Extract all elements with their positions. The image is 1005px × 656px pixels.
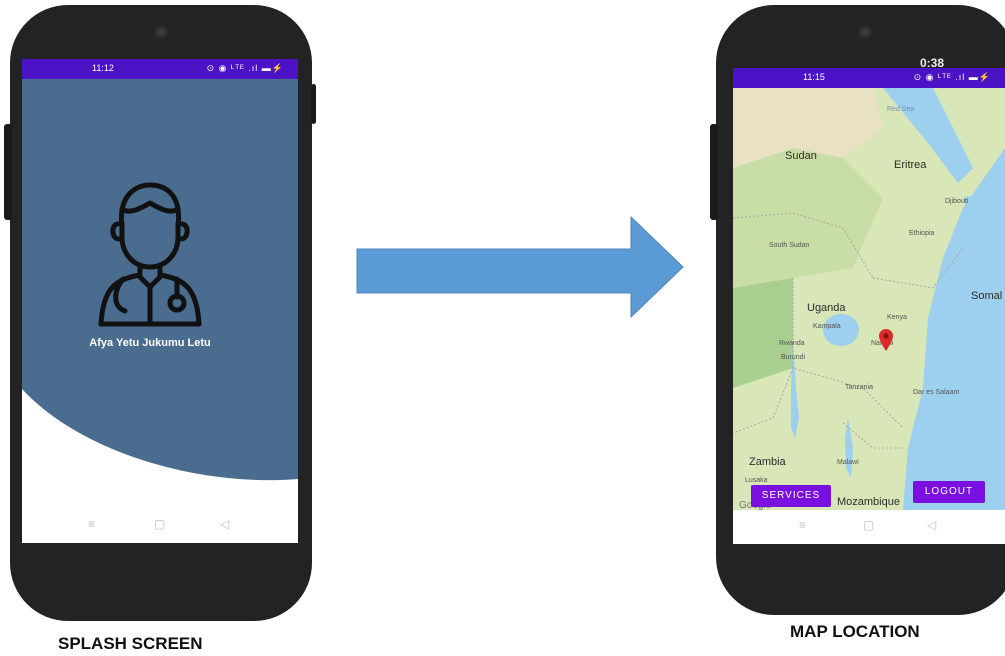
map-label-kampala: Kampala bbox=[813, 323, 841, 330]
navigation-bar: ≡ ▢ ◁ bbox=[22, 509, 298, 543]
status-bar: 11:15 ⊙ ◉ ᴸᵀᴱ .ıl ▬⚡ bbox=[733, 68, 1005, 88]
navigation-bar: ≡ ▢ ◁ bbox=[733, 510, 1005, 544]
map-label-zambia: Zambia bbox=[749, 456, 786, 468]
status-time: 11:15 bbox=[803, 72, 825, 82]
home-icon[interactable]: ▢ bbox=[863, 518, 874, 532]
caption-splash-screen: SPLASH SCREEN bbox=[58, 634, 203, 653]
status-time: 11:12 bbox=[92, 63, 114, 73]
caption-map-location: MAP LOCATION bbox=[790, 622, 920, 641]
status-icons: ⊙ ◉ ᴸᵀᴱ .ıl ▬⚡ bbox=[913, 72, 991, 82]
map-label-sudan: Sudan bbox=[785, 150, 817, 162]
map-label-eritrea: Eritrea bbox=[894, 159, 927, 171]
map-label-djibouti: Djibouti bbox=[945, 198, 969, 205]
map-label-burundi: Burundi bbox=[781, 354, 806, 361]
map-label-somalia: Somal bbox=[971, 290, 1003, 302]
flow-arrow-icon bbox=[356, 215, 684, 319]
splash-screen: 11:12 ⊙ ◉ ᴸᵀᴱ .ıl ▬⚡ Afya Yetu Jukumu Le… bbox=[22, 59, 298, 543]
power-button-left bbox=[311, 84, 316, 124]
map-label-kenya: Kenya bbox=[887, 314, 907, 321]
status-icons: ⊙ ◉ ᴸᵀᴱ .ıl ▬⚡ bbox=[206, 63, 284, 73]
services-button[interactable]: SERVICES bbox=[751, 485, 831, 507]
back-icon[interactable]: ◁ bbox=[927, 518, 936, 532]
logout-button[interactable]: LOGOUT bbox=[913, 481, 985, 503]
location-pin-icon[interactable] bbox=[878, 328, 894, 352]
map-label-rwanda: Rwanda bbox=[779, 340, 805, 347]
back-icon[interactable]: ◁ bbox=[220, 517, 229, 531]
front-camera-right bbox=[858, 25, 872, 39]
front-camera-left bbox=[154, 25, 168, 39]
map-label-tanzania: Tanzania bbox=[845, 384, 874, 391]
map-label-malawi: Malawi bbox=[837, 459, 859, 466]
volume-button-left bbox=[4, 124, 12, 220]
menu-icon[interactable]: ≡ bbox=[88, 517, 95, 531]
menu-icon[interactable]: ≡ bbox=[799, 518, 806, 532]
map-label-south-sudan: South Sudan bbox=[769, 242, 810, 249]
map-view[interactable] bbox=[733, 88, 1005, 510]
home-icon[interactable]: ▢ bbox=[154, 517, 165, 531]
map-label-mozambique: Mozambique bbox=[837, 496, 900, 508]
map-label-red-sea: Red Sea bbox=[887, 106, 915, 113]
map-label-ethiopia: Ethiopia bbox=[909, 230, 935, 237]
volume-button-right bbox=[710, 124, 718, 220]
map-label-uganda: Uganda bbox=[807, 302, 846, 314]
app-tagline: Afya Yetu Jukumu Letu bbox=[89, 337, 211, 349]
status-bar: 11:12 ⊙ ◉ ᴸᵀᴱ .ıl ▬⚡ bbox=[22, 59, 298, 79]
map-label-lusaka: Lusaka bbox=[745, 477, 768, 484]
doctor-icon bbox=[98, 182, 202, 327]
map-label-dar-es-salaam: Dar es Salaam bbox=[913, 389, 960, 396]
map-screen: 11:15 ⊙ ◉ ᴸᵀᴱ .ıl ▬⚡ Red Sea Sudan Eritr… bbox=[733, 68, 1005, 544]
